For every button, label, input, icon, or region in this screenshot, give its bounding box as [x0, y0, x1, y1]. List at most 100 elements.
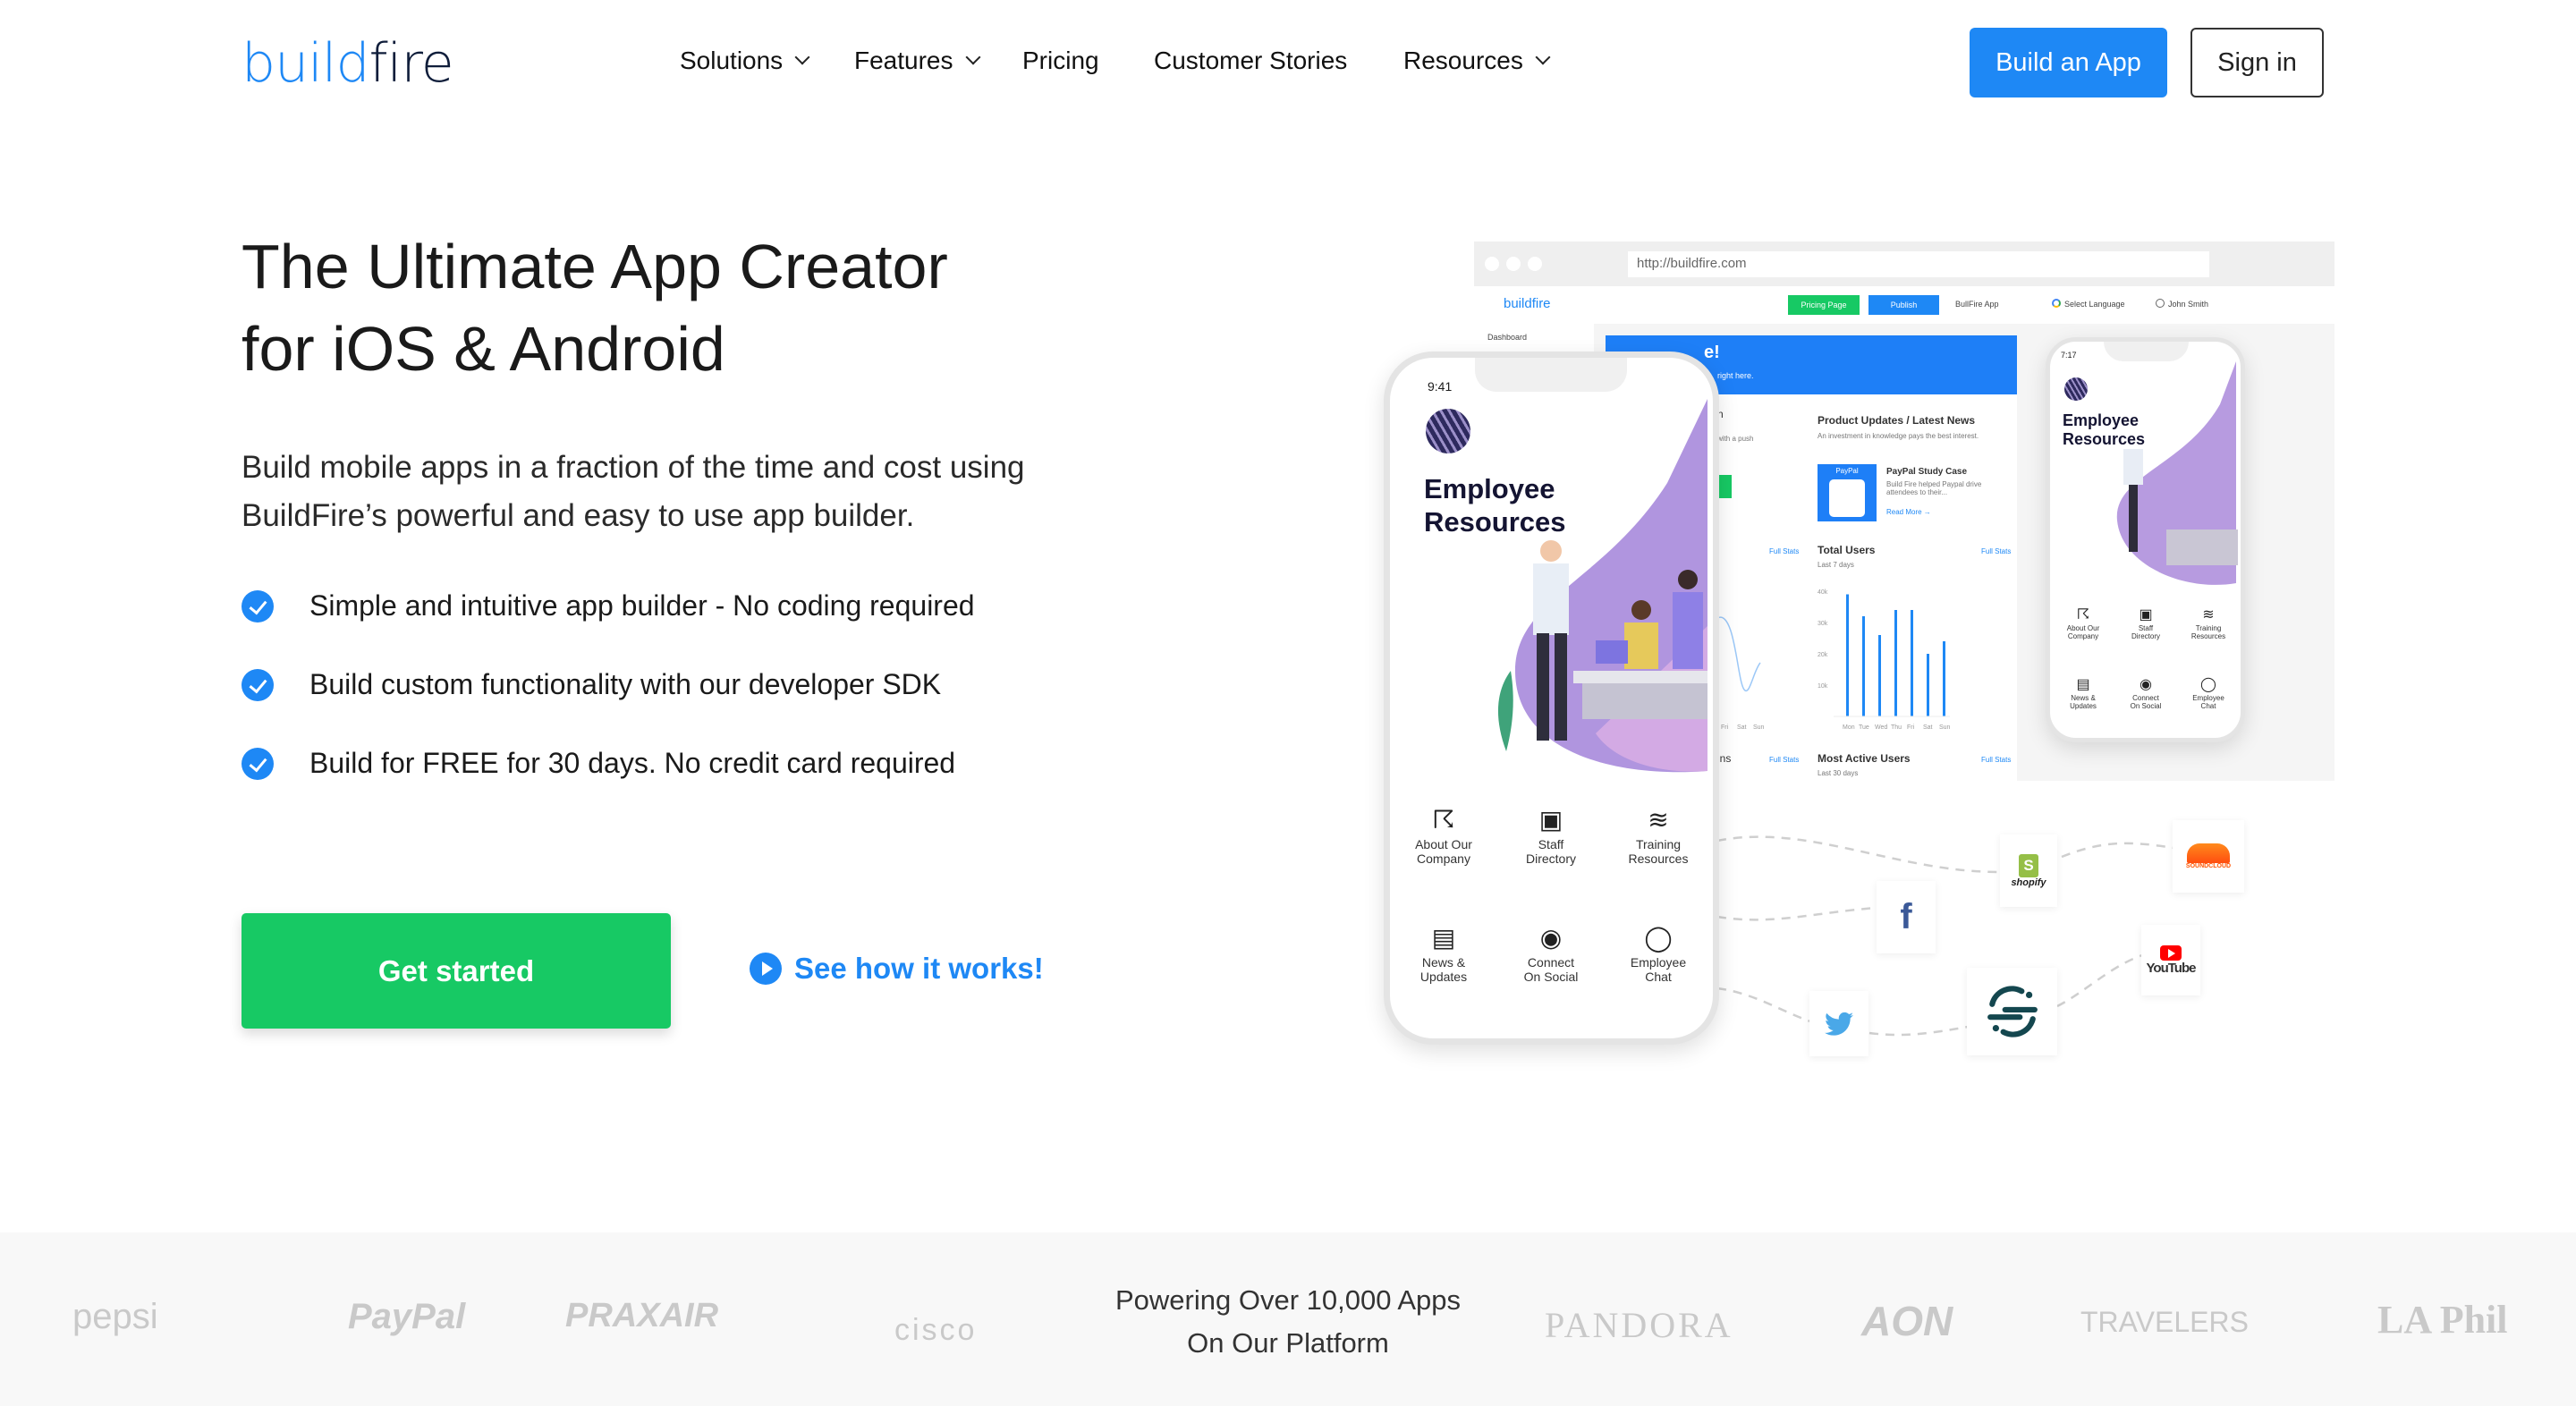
bar	[1878, 635, 1881, 716]
menu-item[interactable]: ▤ News & Updates	[1390, 923, 1497, 985]
menu-item[interactable]: ◉ Connect On Social	[2114, 675, 2177, 710]
menu-item-label: News & Updates	[1419, 955, 1468, 985]
line-series	[1717, 616, 1761, 692]
twitter-bird-icon	[1825, 1012, 1853, 1036]
bar	[1862, 616, 1865, 716]
bar	[1846, 594, 1849, 716]
menu-item-label: News & Updates	[2070, 693, 2097, 710]
segment-integration	[1967, 968, 2057, 1055]
shopify-integration: Sshopify	[2000, 834, 2057, 907]
menu-item[interactable]: ≋ Training Resources	[2177, 606, 2240, 640]
facebook-icon: f	[1900, 897, 1912, 936]
menu-item-label: About Our Company	[1415, 837, 1472, 867]
menu-item[interactable]: ☈ About Our Company	[2052, 606, 2114, 640]
app-logo	[1426, 409, 1470, 453]
broadcast-icon: ◉	[1539, 924, 1563, 952]
menu-item[interactable]: ≋ Training Resources	[1605, 805, 1712, 867]
mock-app-select: BullFire App	[1955, 300, 1999, 309]
menu-item-label: Training Resources	[2190, 623, 2226, 640]
layers-icon: ≋	[2202, 607, 2215, 623]
menu-item-label: About Our Company	[2066, 623, 2100, 640]
get-started-button[interactable]: Get started	[242, 913, 671, 1029]
sign-in-button[interactable]: Sign in	[2190, 28, 2324, 97]
google-icon	[2052, 299, 2061, 308]
bullet-item: Build for FREE for 30 days. No credit ca…	[242, 747, 955, 780]
dashboard-nav: buildfire Pricing Page Publish BullFire …	[1474, 286, 2334, 324]
buildfire-logo[interactable]: buildfire	[242, 32, 454, 95]
play-icon	[750, 953, 782, 985]
day-label: Fri	[1907, 724, 1915, 731]
app-title: Employee Resources	[1424, 473, 1566, 538]
news-icon: ▤	[1431, 924, 1456, 952]
chevron-down-icon	[965, 49, 980, 65]
hero-lead: Build mobile apps in a fraction of the t…	[242, 450, 1025, 533]
runner-icon: ☈	[2076, 607, 2090, 623]
la-phil-logo: LA Phil	[2377, 1298, 2508, 1342]
menu-item-label: Connect On Social	[2130, 693, 2162, 710]
runner-icon: ☈	[1432, 806, 1455, 834]
pepsi-logo: pepsi	[72, 1297, 158, 1336]
chevron-down-icon	[1535, 49, 1551, 65]
aon-logo: AON	[1861, 1298, 1953, 1344]
shopify-bag-icon: S	[2019, 853, 2038, 877]
menu-item[interactable]: ▣ Staff Directory	[1497, 805, 1605, 867]
mock-logo: buildfire	[1504, 296, 1551, 311]
window-dot	[1506, 257, 1521, 271]
bar	[1943, 641, 1945, 716]
bar	[1894, 610, 1897, 716]
chat-icon: ◯	[2200, 677, 2216, 692]
build-an-app-button[interactable]: Build an App	[1970, 28, 2167, 97]
hero-title: The Ultimate App Creator for iOS & Androi…	[242, 232, 948, 384]
y-tick-label: 30k	[1818, 621, 1828, 627]
bullet-item: Simple and intuitive app builder - No co…	[242, 589, 975, 623]
menu-item[interactable]: ▤ News & Updates	[2052, 675, 2114, 710]
day-label: Wed	[1875, 724, 1887, 731]
see-how-it-works-link[interactable]: See how it works!	[750, 952, 1044, 986]
nav-customer-stories[interactable]: Customer Stories	[1154, 47, 1347, 75]
day-label: Sun	[1753, 724, 1765, 731]
nav-resources[interactable]: Resources	[1403, 47, 1551, 75]
day-label: Sat	[1923, 724, 1933, 731]
phone-mockup: 9:41 Employee Resources ☈ About Our Compan…	[1384, 352, 1719, 1045]
paypal-logo: PayPal	[348, 1297, 466, 1336]
app-logo	[2064, 377, 2088, 401]
total-users-bar-chart: 40k 30k 20k 10k Mon Tue Wed Thu Fri Sat Sun Fri Sat S…	[1717, 589, 1951, 731]
menu-item[interactable]: ▣ Staff Directory	[2114, 606, 2177, 640]
chat-icon: ◯	[1644, 924, 1673, 952]
check-circle-icon	[242, 589, 274, 623]
menu-item[interactable]: ☈ About Our Company	[1390, 805, 1497, 867]
mock-pricing-button: Pricing Page	[1788, 295, 1860, 315]
soundcloud-integration: SOUNDCLOUD	[2173, 820, 2244, 893]
cisco-logo: cisco	[894, 1313, 978, 1347]
day-label: Sun	[1939, 724, 1951, 731]
bar	[1927, 654, 1929, 716]
menu-item-label: Employee Chat	[2192, 693, 2224, 710]
y-tick-label: 10k	[1818, 683, 1828, 690]
news-icon: ▤	[2076, 677, 2090, 692]
small-phone-mockup: 7:17 Employee Resources ☈ About Our Compan…	[2046, 337, 2245, 742]
day-label: Fri	[1721, 724, 1729, 731]
window-dot	[1528, 257, 1542, 271]
nav-features[interactable]: Features	[854, 47, 980, 75]
day-label: Mon	[1843, 724, 1855, 731]
broadcast-icon: ◉	[2140, 677, 2152, 692]
nav-solutions[interactable]: Solutions	[680, 47, 810, 75]
layers-icon: ≋	[1648, 806, 1669, 834]
travelers-logo: TRAVELERS	[2080, 1306, 2249, 1338]
menu-item-label: Employee Chat	[1630, 955, 1687, 985]
day-label: Thu	[1891, 724, 1902, 731]
browser-toolbar: http://buildfire.com	[1474, 241, 2334, 286]
menu-item[interactable]: ◉ Connect On Social	[1497, 923, 1605, 985]
menu-item[interactable]: ◯ Employee Chat	[1605, 923, 1712, 985]
day-label: Tue	[1859, 724, 1869, 731]
directory-icon: ▣	[2139, 607, 2153, 623]
y-tick-label: 40k	[1818, 589, 1828, 596]
menu-item[interactable]: ◯ Employee Chat	[2177, 675, 2240, 710]
day-label: Sat	[1737, 724, 1747, 731]
bullet-item: Build custom functionality with our deve…	[242, 668, 941, 701]
praxair-logo: PRAXAIR	[565, 1297, 719, 1334]
paypal-thumbnail: PayPal	[1818, 464, 1877, 521]
nav-pricing[interactable]: Pricing	[1022, 47, 1099, 75]
menu-item-label: Training Resources	[1628, 837, 1689, 867]
check-circle-icon	[242, 747, 274, 780]
